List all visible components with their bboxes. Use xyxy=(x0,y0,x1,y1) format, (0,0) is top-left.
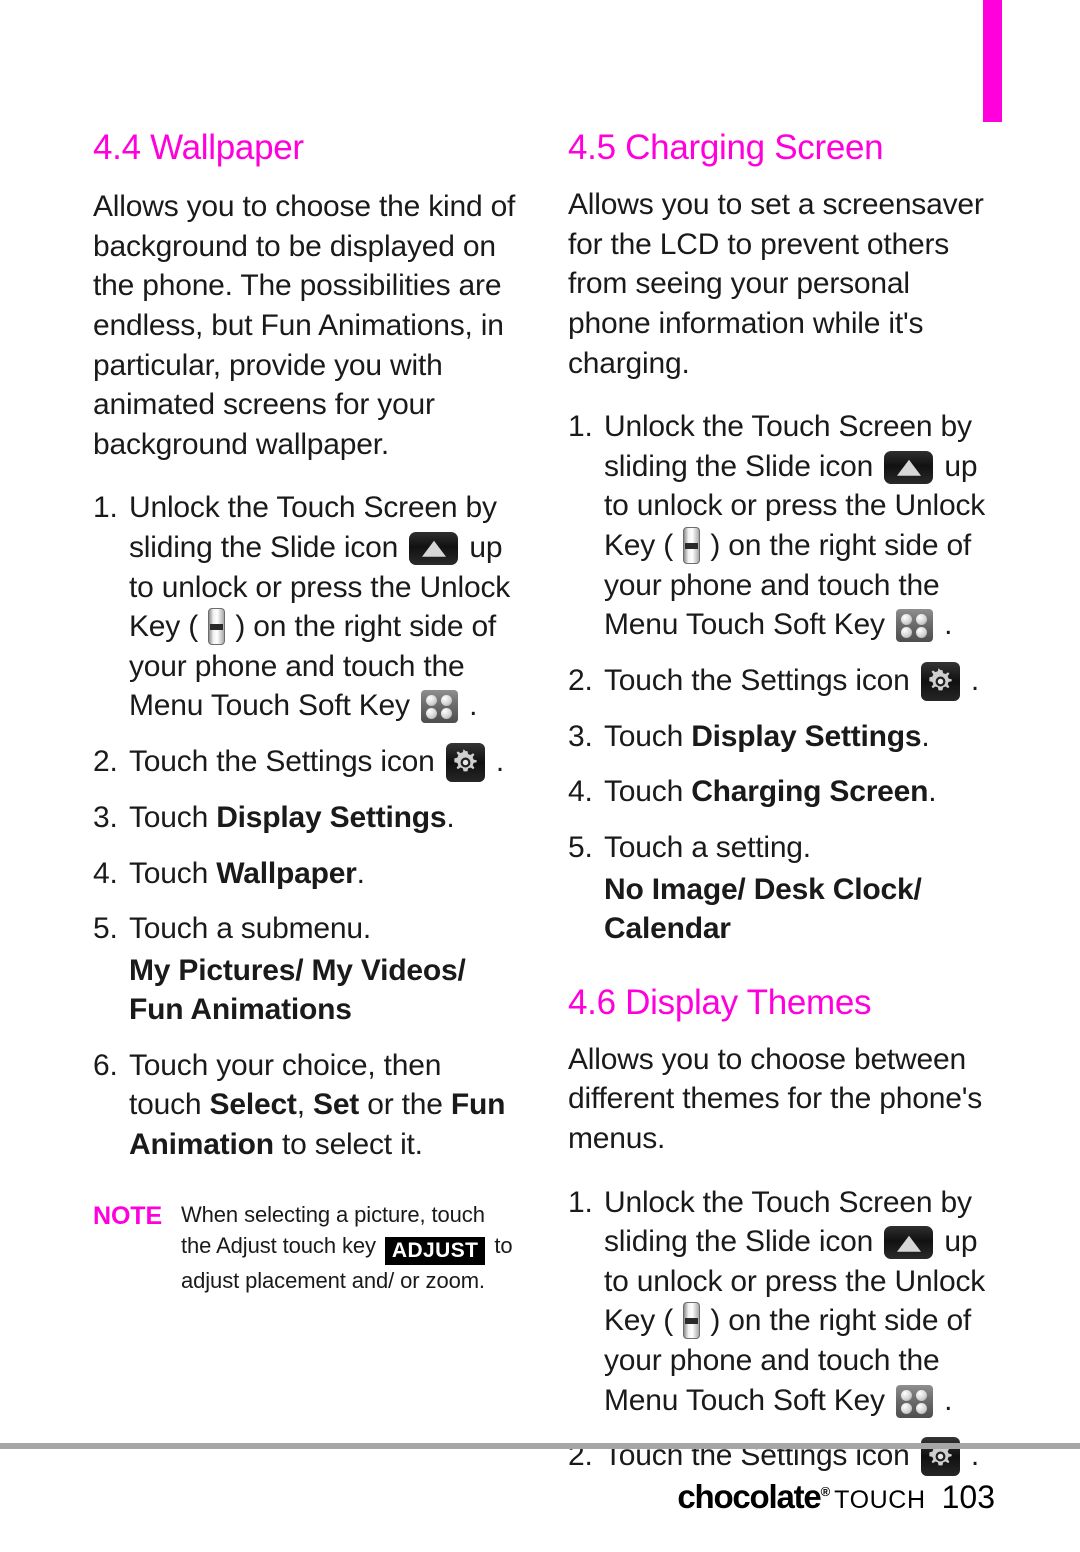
list-item: 4. Touch Wallpaper. xyxy=(93,854,518,894)
section-tab-marker xyxy=(983,0,1002,122)
step-submenu-options: My Pictures/ My Videos/ Fun Animations xyxy=(129,953,466,1027)
step-text: . xyxy=(944,1383,953,1417)
slide-up-icon xyxy=(884,1226,934,1260)
page-footer: chocolate® TOUCH 103 xyxy=(677,1478,995,1516)
charging-screen-intro-paragraph: Allows you to set a screensaver for the … xyxy=(568,188,984,380)
step-text: Touch a submenu. xyxy=(129,912,371,946)
display-themes-intro-paragraph: Allows you to choose between different t… xyxy=(568,1042,983,1156)
step-text: Touch the Settings icon xyxy=(604,663,910,697)
step-text: . xyxy=(356,856,365,890)
step-number: 6. xyxy=(93,1048,118,1082)
section-charging-screen: 4.5 Charging Screen Allows you to set a … xyxy=(568,128,993,949)
note-block: NOTE When selecting a picture, touch the… xyxy=(93,1199,518,1296)
step-number: 1. xyxy=(568,410,593,444)
display-themes-steps-list: 1. Unlock the Touch Screen by sliding th… xyxy=(568,1183,993,1477)
section-display-themes: 4.6 Display Themes Allows you to choose … xyxy=(568,983,993,1477)
brand-logo: chocolate® xyxy=(677,1478,830,1516)
step-emphasis: Wallpaper xyxy=(216,856,357,890)
step-number: 1. xyxy=(93,491,118,525)
slide-up-icon xyxy=(409,531,459,565)
step-text: to select it. xyxy=(273,1128,423,1162)
step-number: 5. xyxy=(93,912,118,946)
step-text: . xyxy=(921,719,930,753)
list-item: 1. Unlock the Touch Screen by sliding th… xyxy=(93,488,518,726)
menu-touch-soft-key-icon xyxy=(895,609,933,643)
step-number: 4. xyxy=(93,856,118,890)
right-column: 4.5 Charging Screen Allows you to set a … xyxy=(568,128,993,1492)
menu-touch-soft-key-icon xyxy=(420,690,458,724)
step-emphasis: Set xyxy=(313,1088,360,1122)
page-number: 103 xyxy=(941,1479,995,1515)
step-text: . xyxy=(944,608,953,642)
note-label: NOTE xyxy=(93,1201,163,1230)
charging-screen-steps-list: 1. Unlock the Touch Screen by sliding th… xyxy=(568,407,993,949)
brand-name: chocolate xyxy=(677,1478,821,1515)
step-text: . xyxy=(970,663,980,697)
registered-trademark-mark: ® xyxy=(820,1484,831,1499)
list-item: 5. Touch a setting. No Image/ Desk Clock… xyxy=(568,828,993,949)
page-title-wallpaper: 4.4 Wallpaper xyxy=(93,128,304,167)
unlock-key-icon xyxy=(683,1302,701,1340)
step-setting-options: No Image/ Desk Clock/ Calendar xyxy=(604,872,922,946)
step-number: 3. xyxy=(93,800,118,834)
step-number: 3. xyxy=(568,719,593,753)
step-emphasis: Charging Screen xyxy=(691,775,929,809)
settings-gear-icon xyxy=(445,742,485,782)
menu-touch-soft-key-icon xyxy=(895,1384,933,1418)
step-number: 5. xyxy=(568,830,593,864)
left-column: 4.4 Wallpaper Allows you to choose the k… xyxy=(93,128,518,1296)
step-text: Touch xyxy=(129,800,217,834)
step-text: Touch a setting. xyxy=(604,830,811,864)
unlock-key-icon xyxy=(683,526,701,564)
step-emphasis: Display Settings xyxy=(216,800,447,834)
list-item: 3. Touch Display Settings. xyxy=(93,798,518,838)
list-item: 6. Touch your choice, then touch Select,… xyxy=(93,1046,518,1165)
step-text: Touch the Settings icon xyxy=(129,744,435,778)
step-emphasis: Display Settings xyxy=(691,719,922,753)
step-text: . xyxy=(928,775,937,809)
slide-up-icon xyxy=(884,450,934,484)
step-text: , xyxy=(296,1088,314,1122)
section-wallpaper: 4.4 Wallpaper Allows you to choose the k… xyxy=(93,128,518,1296)
page-title-display-themes: 4.6 Display Themes xyxy=(568,982,872,1022)
list-item: 2. Touch the Settings icon . xyxy=(568,661,993,701)
footer-divider xyxy=(0,1443,1080,1449)
settings-gear-icon xyxy=(920,661,960,701)
list-item: 2. Touch the Settings icon . xyxy=(93,742,518,782)
step-number: 2. xyxy=(93,744,118,778)
step-text: . xyxy=(469,689,478,723)
step-number: 4. xyxy=(568,775,593,809)
step-text: Touch xyxy=(604,719,692,753)
step-text: . xyxy=(495,744,505,778)
page-title-charging-screen: 4.5 Charging Screen xyxy=(568,128,884,167)
step-emphasis: Select xyxy=(209,1088,297,1122)
step-text: or the xyxy=(359,1088,451,1122)
unlock-key-icon xyxy=(208,608,226,646)
list-item: 4. Touch Charging Screen. xyxy=(568,772,993,812)
wallpaper-steps-list: 1. Unlock the Touch Screen by sliding th… xyxy=(93,488,518,1164)
step-number: 1. xyxy=(568,1185,593,1219)
step-text: Touch xyxy=(129,856,217,890)
list-item: 3. Touch Display Settings. xyxy=(568,717,993,757)
wallpaper-intro-paragraph: Allows you to choose the kind of backgro… xyxy=(93,190,516,461)
manual-page: 4.4 Wallpaper Allows you to choose the k… xyxy=(0,0,1080,1552)
brand-sub-label: TOUCH xyxy=(834,1486,926,1514)
step-text: . xyxy=(446,800,455,834)
step-text: Touch xyxy=(604,775,692,809)
list-item: 5. Touch a submenu. My Pictures/ My Vide… xyxy=(93,909,518,1030)
list-item: 1. Unlock the Touch Screen by sliding th… xyxy=(568,407,993,645)
step-number: 2. xyxy=(568,663,593,697)
list-item: 1. Unlock the Touch Screen by sliding th… xyxy=(568,1183,993,1421)
adjust-touch-key-badge: ADJUST xyxy=(384,1236,486,1265)
